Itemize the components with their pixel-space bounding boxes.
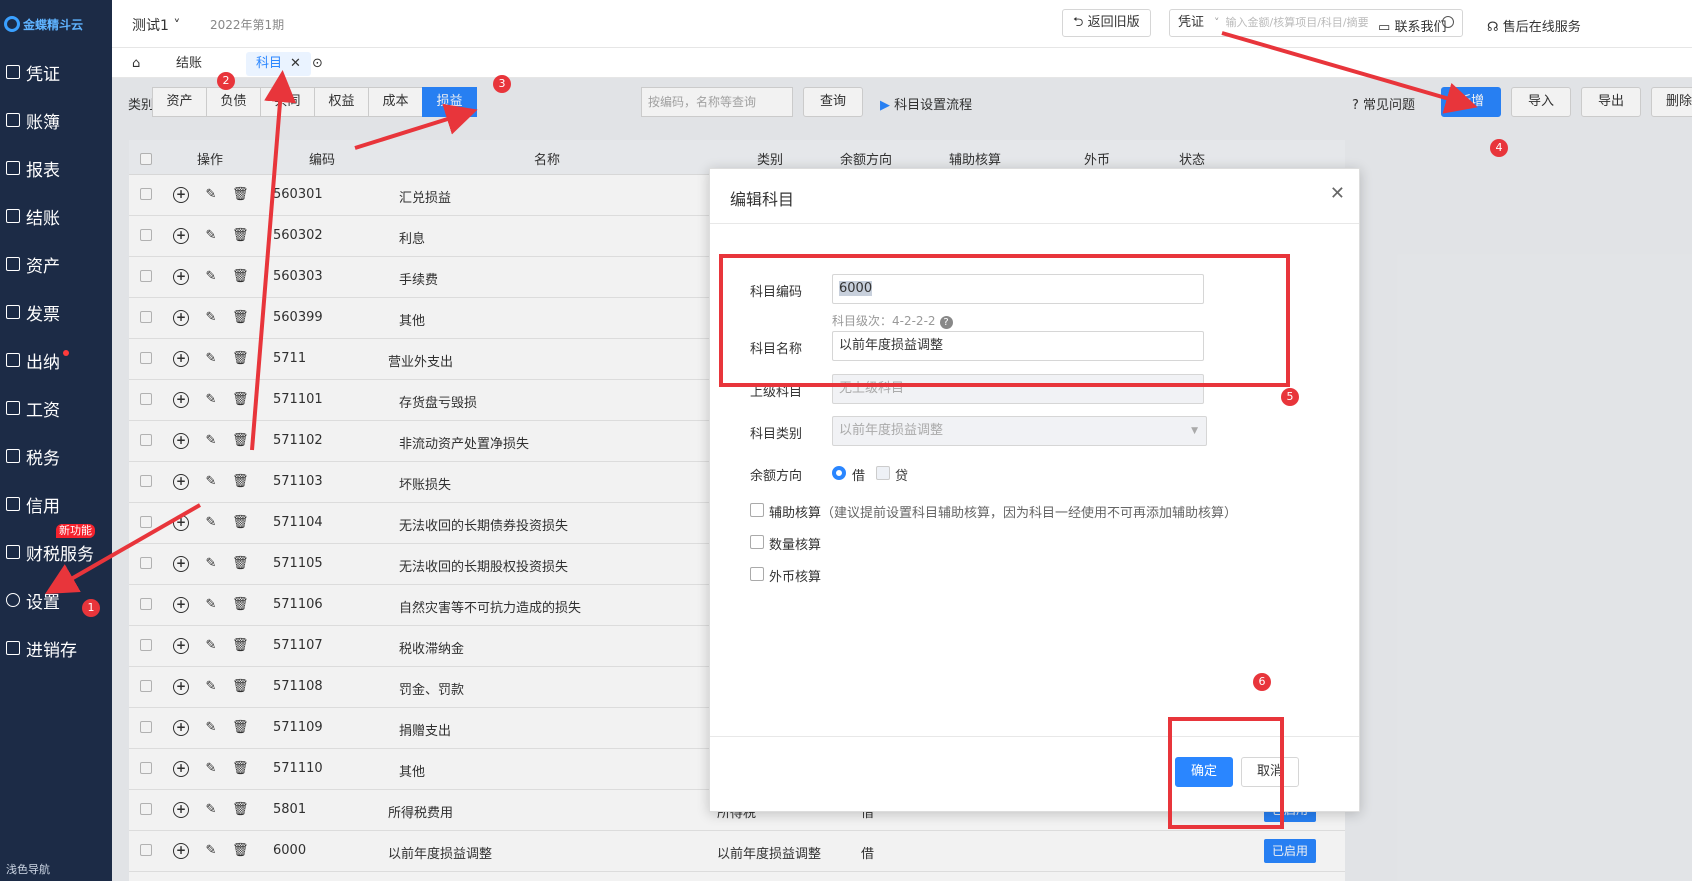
notification-dot bbox=[63, 350, 69, 356]
step-marker-1: 1 bbox=[82, 599, 100, 617]
company-selector[interactable]: 测试1 ˅ bbox=[132, 15, 180, 35]
menu-icon bbox=[6, 209, 20, 223]
type-label: 科目类别 bbox=[750, 427, 803, 442]
fx-checkbox[interactable] bbox=[750, 567, 764, 581]
sidebar: 金蝶精斗云 凭证账簿报表结账资产发票出纳工资税务信用财税服务 新功能设置进销存 浅… bbox=[0, 0, 112, 881]
contact-us-link[interactable]: ▭ 联系我们 bbox=[1378, 16, 1446, 35]
sidebar-item-9[interactable]: 信用 bbox=[0, 480, 112, 528]
search-input[interactable]: 输入金额/核算项目/科目/摘要 bbox=[1226, 16, 1369, 29]
sidebar-item-1[interactable]: 账簿 bbox=[0, 96, 112, 144]
menu-icon bbox=[6, 401, 20, 415]
menu-icon bbox=[6, 65, 20, 79]
credit-label: 贷 bbox=[895, 469, 909, 484]
step-marker-4: 4 bbox=[1490, 139, 1508, 157]
back-old-version-button[interactable]: ⮌ 返回旧版 bbox=[1062, 9, 1151, 37]
step-marker-5: 5 bbox=[1281, 388, 1299, 406]
tab-closing[interactable]: 结账 bbox=[166, 52, 212, 76]
sidebar-item-label: 凭证 bbox=[26, 64, 60, 85]
debit-radio[interactable] bbox=[832, 466, 846, 480]
sidebar-item-label: 资产 bbox=[26, 256, 60, 277]
sidebar-item-label: 财税服务 bbox=[26, 544, 94, 565]
new-feature-badge: 新功能 bbox=[56, 524, 95, 538]
sidebar-item-8[interactable]: 税务 bbox=[0, 432, 112, 480]
support-link[interactable]: ☊ 售后在线服务 bbox=[1487, 16, 1581, 35]
sidebar-item-label: 出纳 bbox=[26, 352, 60, 373]
step-marker-6: 6 bbox=[1253, 673, 1271, 691]
sidebar-item-label: 工资 bbox=[26, 400, 60, 421]
sidebar-item-label: 发票 bbox=[26, 304, 60, 325]
debit-label: 借 bbox=[852, 469, 866, 484]
menu-icon bbox=[6, 449, 20, 463]
menu-icon bbox=[6, 257, 20, 271]
tab-bar: ⌂ 结账 科目 ✕ ⊙ bbox=[112, 48, 1692, 78]
menu-icon bbox=[6, 545, 20, 559]
sidebar-item-12[interactable]: 进销存 bbox=[0, 624, 112, 672]
logo-icon bbox=[4, 16, 20, 32]
dialog-header: 编辑科目 ✕ bbox=[710, 169, 1359, 224]
home-icon[interactable]: ⌂ bbox=[122, 52, 150, 76]
sidebar-item-5[interactable]: 发票 bbox=[0, 288, 112, 336]
step-marker-3: 3 bbox=[493, 75, 511, 93]
menu-icon bbox=[6, 353, 20, 367]
close-icon[interactable]: ✕ bbox=[1330, 183, 1345, 204]
aux-checkbox[interactable] bbox=[750, 503, 764, 517]
logo: 金蝶精斗云 bbox=[0, 0, 112, 48]
sidebar-item-3[interactable]: 结账 bbox=[0, 192, 112, 240]
caret-down-icon: ▼ bbox=[1191, 426, 1198, 436]
fx-label: 外币核算 bbox=[769, 570, 822, 585]
quantity-checkbox[interactable] bbox=[750, 535, 764, 549]
menu-icon bbox=[6, 641, 20, 655]
sidebar-item-10[interactable]: 财税服务 新功能 bbox=[0, 524, 112, 576]
sidebar-item-label: 税务 bbox=[26, 448, 60, 469]
menu-icon bbox=[6, 497, 20, 511]
menu-icon bbox=[6, 113, 20, 127]
sidebar-item-label: 结账 bbox=[26, 208, 60, 229]
search-kind-select[interactable]: 凭证 bbox=[1178, 15, 1204, 30]
menu-icon bbox=[6, 593, 20, 607]
sidebar-item-label: 进销存 bbox=[26, 640, 77, 661]
sidebar-item-0[interactable]: 凭证 bbox=[0, 48, 112, 96]
period-label: 2022年第1期 bbox=[210, 18, 285, 32]
aux-label: 辅助核算（建议提前设置科目辅助核算，因为科目一经使用不可再添加辅助核算） bbox=[769, 506, 1238, 521]
chevron-down-icon: ˅ bbox=[1214, 16, 1220, 29]
step-marker-2: 2 bbox=[217, 72, 235, 90]
sidebar-item-label: 报表 bbox=[26, 160, 60, 181]
sidebar-item-label: 设置 bbox=[26, 592, 60, 613]
sidebar-item-4[interactable]: 资产 bbox=[0, 240, 112, 288]
dialog-title: 编辑科目 bbox=[730, 190, 795, 209]
sidebar-item-2[interactable]: 报表 bbox=[0, 144, 112, 192]
sidebar-item-6[interactable]: 出纳 bbox=[0, 336, 112, 384]
logo-text: 金蝶精斗云 bbox=[23, 17, 84, 32]
balance-direction-label: 余额方向 bbox=[750, 469, 803, 484]
highlight-box-fields bbox=[719, 254, 1290, 387]
chevron-down-icon: ˅ bbox=[173, 18, 181, 34]
sidebar-item-label: 信用 bbox=[26, 496, 60, 517]
sidebar-guide[interactable]: 浅色导航 bbox=[6, 861, 50, 877]
type-select: 以前年度损益调整 ▼ bbox=[832, 416, 1207, 446]
tab-menu-icon[interactable]: ⊙ bbox=[302, 52, 333, 76]
menu-icon bbox=[6, 305, 20, 319]
sidebar-item-label: 账簿 bbox=[26, 112, 60, 133]
return-icon: ⮌ bbox=[1073, 15, 1084, 30]
close-icon[interactable]: ✕ bbox=[290, 56, 301, 71]
menu-icon bbox=[6, 161, 20, 175]
sidebar-item-7[interactable]: 工资 bbox=[0, 384, 112, 432]
credit-radio[interactable] bbox=[876, 466, 890, 480]
highlight-box-confirm bbox=[1168, 717, 1284, 829]
headset-icon: ☊ bbox=[1487, 20, 1499, 35]
quantity-label: 数量核算 bbox=[769, 538, 822, 553]
chat-icon: ▭ bbox=[1378, 20, 1391, 35]
top-bar: 测试1 ˅ 2022年第1期 ⮌ 返回旧版 凭证 ˅ 输入金额/核算项目/科目/摘要… bbox=[112, 0, 1692, 48]
